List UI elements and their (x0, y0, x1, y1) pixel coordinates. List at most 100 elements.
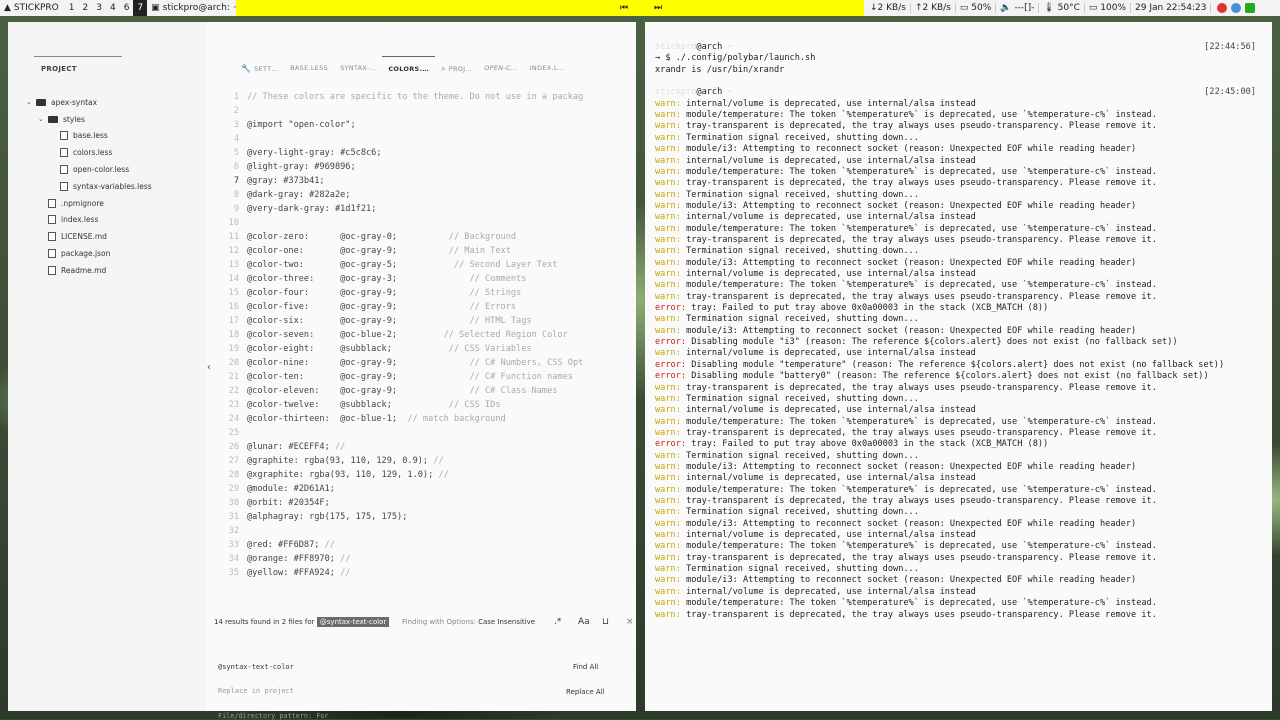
terminal-text: internal/volume is deprecated, use inter… (686, 212, 976, 222)
terminal-line: warn: Termination signal received, shutt… (655, 133, 919, 144)
arch-logo-icon: ▲ (4, 3, 11, 13)
terminal-line: warn: module/i3: Attempting to reconnect… (655, 258, 1136, 269)
tree-file[interactable]: LICENSE.md (26, 228, 152, 245)
tree-file[interactable]: index.less (26, 212, 152, 229)
tree-folder[interactable]: ⌄apex-syntax (26, 94, 152, 111)
line-number: 34 (223, 554, 247, 568)
code-text: @red: #FF6D87; (247, 540, 319, 554)
line-number: 19 (223, 344, 247, 358)
network-tray-icon[interactable] (1231, 3, 1241, 13)
code-line: 13@color-two: @oc-gray-5; // Second Laye… (223, 260, 628, 274)
editor-tab[interactable]: SYNTAX-… (334, 56, 382, 76)
terminal-line: error: Disabling module "i3" (reason: Th… (655, 337, 1178, 348)
line-number: 2 (223, 106, 247, 120)
project-tab[interactable]: PROJECT (34, 56, 122, 74)
tree-file[interactable]: open-color.less (26, 161, 152, 178)
terminal-text: Termination signal received, shutting do… (686, 314, 919, 324)
warn-prefix: warn: (655, 190, 681, 200)
terminal-text: tray-transparent is deprecated, the tray… (686, 235, 1157, 245)
warn-prefix: warn: (655, 224, 681, 234)
find-status-text: 14 results found in 2 files for (214, 618, 315, 626)
code-text: @gray: #373b41; (247, 176, 325, 190)
workspace-3[interactable]: 3 (92, 0, 106, 16)
prompt-line: stickpro@arch ~ (655, 42, 733, 53)
workspace-4[interactable]: 4 (106, 0, 120, 16)
terminal-text: Termination signal received, shutting do… (686, 394, 919, 404)
code-text: @orbit: #20354F; (247, 498, 330, 512)
whole-word-icon[interactable]: ⊔ (602, 617, 609, 627)
code-line: 14@color-three: @oc-gray-3; // Comments (223, 274, 628, 288)
workspace-6[interactable]: 6 (120, 0, 134, 16)
prompt-cwd: ~ (727, 42, 732, 52)
workspace-7[interactable]: 7 (133, 0, 147, 16)
editor-tab[interactable]: ⌕ PROJ… (435, 56, 478, 76)
next-track-icon[interactable]: ⏭ (654, 3, 662, 13)
polybar: ▲ STICKPRO 123467 ▣ stickpro@arch: ~ ⏮ ⏭… (0, 0, 1280, 16)
code-text: @color-eleven: @oc-gray-9; (247, 386, 397, 400)
atom-editor-window: PROJECT ⌄apex-syntax⌄stylesbase.lesscolo… (8, 22, 636, 711)
terminal-text: module/temperature: The token `%temperat… (686, 417, 1157, 427)
case-toggle[interactable]: Aa (578, 617, 590, 627)
file-icon (60, 148, 68, 157)
code-line: 26@lunar: #ECEFF4; // (223, 442, 628, 456)
code-text: @alphagray: rgb(175, 175, 175); (247, 512, 407, 526)
code-comment: // (330, 442, 346, 456)
tree-file[interactable]: colors.less (26, 144, 152, 161)
terminal-text: module/i3: Attempting to reconnect socke… (686, 144, 1136, 154)
terminal-text: module/temperature: The token `%temperat… (686, 167, 1157, 177)
chrome-tray-icon[interactable] (1217, 3, 1227, 13)
warn-prefix: warn: (655, 235, 681, 245)
temperature: 🌡 50°C (1038, 3, 1084, 13)
terminal-line: warn: internal/volume is deprecated, use… (655, 269, 976, 280)
collapse-sidebar-icon[interactable]: ‹ (206, 362, 212, 373)
terminal-text: Termination signal received, shutting do… (686, 133, 919, 143)
prompt-user: stickpro (655, 42, 696, 52)
editor-tab[interactable]: 🔧 SETT… (235, 56, 284, 76)
tree-file[interactable]: package.json (26, 245, 152, 262)
close-find-button[interactable]: × (626, 617, 634, 627)
replace-input[interactable]: Replace in project (218, 687, 294, 695)
editor-tab[interactable]: COLORS.… (382, 56, 435, 76)
line-number: 6 (223, 162, 247, 176)
line-number: 32 (223, 526, 247, 540)
find-all-button[interactable]: Find All (573, 663, 598, 671)
check-tray-icon[interactable] (1245, 3, 1255, 13)
tree-file[interactable]: syntax-variables.less (26, 178, 152, 195)
workspace-2[interactable]: 2 (78, 0, 92, 16)
tree-file[interactable]: base.less (26, 128, 152, 145)
regex-toggle[interactable]: .* (554, 617, 561, 627)
code-line: 10 (223, 218, 628, 232)
code-text: @light-gray: #969896; (247, 162, 356, 176)
code-comment: // (428, 456, 444, 470)
editor-tab[interactable]: BASE.LESS (284, 56, 334, 76)
find-input[interactable]: @syntax-text-color (218, 663, 294, 671)
terminal-line: warn: tray-transparent is deprecated, th… (655, 235, 1157, 246)
line-number: 12 (223, 246, 247, 260)
tree-folder[interactable]: ⌄styles (26, 111, 152, 128)
editor-tab[interactable]: INDEX.L… (524, 56, 571, 76)
warn-prefix: warn: (655, 110, 681, 120)
code-text: @color-three: @oc-gray-3; (247, 274, 397, 288)
net-down: ↓2 KB/s (866, 3, 910, 13)
line-number: 27 (223, 456, 247, 470)
code-editor[interactable]: 1// These colors are specific to the the… (223, 92, 628, 592)
warn-prefix: warn: (655, 246, 681, 256)
editor-tab[interactable]: OPEN-C… (478, 56, 524, 76)
tree-file[interactable]: .npmignore (26, 195, 152, 212)
volume[interactable]: 🔈 ---[]- (995, 3, 1038, 13)
terminal-icon: ▣ (151, 3, 160, 13)
net-up: ↑2 KB/s (910, 3, 955, 13)
terminal-window[interactable]: stickpro@arch ~[22:44:56]→ $ ./.config/p… (645, 22, 1272, 711)
project-sidebar: PROJECT ⌄apex-syntax⌄stylesbase.lesscolo… (8, 22, 206, 711)
previous-track-icon[interactable]: ⏮ (620, 3, 628, 13)
terminal-text: xrandr is /usr/bin/xrandr (655, 65, 784, 75)
code-line: 33@red: #FF6D87; // (223, 540, 628, 554)
window-title: ▣ stickpro@arch: ~ (147, 3, 244, 13)
options-value: Case Insensitive (478, 618, 535, 626)
workspace-1[interactable]: 1 (65, 0, 79, 16)
replace-all-button[interactable]: Replace All (566, 688, 605, 696)
tree-file[interactable]: Readme.md (26, 262, 152, 279)
folder-icon (48, 116, 58, 123)
tree-item-label: open-color.less (73, 165, 129, 174)
terminal-line: warn: module/temperature: The token `%te… (655, 417, 1157, 428)
